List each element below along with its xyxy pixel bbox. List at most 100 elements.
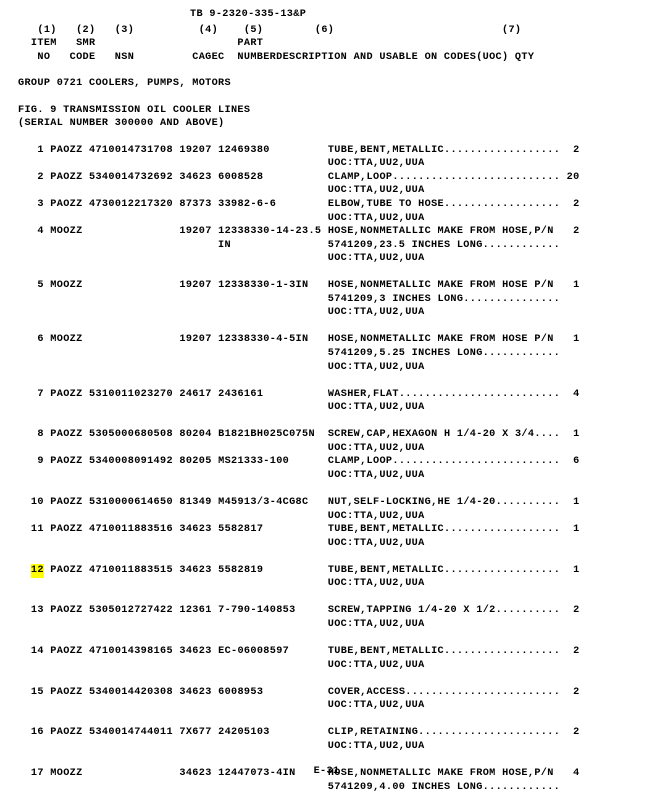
item-no-cell: 16 <box>18 727 44 739</box>
nsn-cell: 5340014744011 <box>82 727 173 739</box>
table-row[interactable]: 13 PAOZZ 5305012727422 12361 7-790-14085… <box>18 604 653 618</box>
continuation-description-cell: 5741209,5.25 INCHES LONG............ <box>321 348 561 360</box>
part-number-cell: M45913/3-4CG8C <box>211 497 322 509</box>
part-number-cell: 12338330-14-23.5 <box>211 226 322 238</box>
continuation-description-cell: 5741209,4.00 INCHES LONG............ <box>321 781 561 793</box>
cagec-cell: 87373 <box>172 199 212 211</box>
table-row-continuation: IN 5741209,23.5 INCHES LONG............ <box>18 239 653 253</box>
figure-serial-range-text: (SERIAL NUMBER 300000 AND ABOVE) <box>18 118 225 130</box>
table-row[interactable]: 14 PAOZZ 4710014398165 34623 EC-06008597… <box>18 645 653 659</box>
item-no-cell: 5 <box>18 280 44 292</box>
table-row[interactable]: 7 PAOZZ 5310011023270 24617 2436161 WASH… <box>18 388 653 402</box>
cagec-cell: 19207 <box>172 334 212 346</box>
nsn-cell: 4710011883516 <box>82 524 173 536</box>
part-number-cell: B1821BH025C075N <box>211 429 322 441</box>
table-row-continuation: 5741209,5.25 INCHES LONG............ <box>18 347 653 361</box>
smr-code-cell: PAOZZ <box>43 171 83 183</box>
description-cell: CLAMP,LOOP.......................... <box>321 171 561 183</box>
uoc-line: UOC:TTA,UU2,UUA <box>18 307 425 319</box>
qty-cell: 1 <box>560 497 580 509</box>
item-no-cell: 3 <box>18 199 44 211</box>
nsn-cell: 5340008091492 <box>82 456 173 468</box>
item-no-cell: 10 <box>18 497 44 509</box>
header-left-labels: NO CODE NSN CAGEC NUMBER <box>18 51 277 63</box>
parts-list: 1 PAOZZ 4710014731708 19207 12469380 TUB… <box>18 144 653 795</box>
qty-cell: 2 <box>560 686 580 698</box>
cagec-cell: 34623 <box>172 646 212 658</box>
part-number-cell: 5582819 <box>211 564 322 576</box>
part-number-cell: 24205103 <box>211 727 322 739</box>
smr-code-cell: PAOZZ <box>43 727 83 739</box>
header-right-col-numbers: (6) (7) <box>263 24 522 36</box>
uoc-line: UOC:TTA,UU2,UUA <box>18 212 425 224</box>
item-no-cell: 15 <box>18 686 44 698</box>
tb-number: TB 9-2320-335-13&P <box>190 9 307 20</box>
header-labels-bottom-row: NO CODE NSN CAGEC NUMBERDESCRIPTION AND … <box>18 51 653 65</box>
description-cell: CLAMP,LOOP.......................... <box>321 456 561 468</box>
table-header: (1) (2) (3) (4) (5) (6) (7) ITEM SMR PAR… <box>18 24 653 65</box>
table-row[interactable]: 2 PAOZZ 5340014732692 34623 6008528 CLAM… <box>18 171 653 185</box>
cagec-cell: 19207 <box>172 226 212 238</box>
description-cell: CLIP,RETAINING...................... <box>321 727 561 739</box>
row-spacer <box>18 320 653 334</box>
item-no-cell: 7 <box>18 388 44 400</box>
qty-cell: 4 <box>560 388 580 400</box>
row-spacer <box>18 591 653 605</box>
nsn-cell: 4710011883515 <box>82 564 173 576</box>
part-number-cell: 6008953 <box>211 686 322 698</box>
part-number-cell: 7-790-140853 <box>211 605 322 617</box>
smr-code-cell: PAOZZ <box>43 646 83 658</box>
description-cell: HOSE,NONMETALLIC MAKE FROM HOSE P/N <box>321 334 561 346</box>
description-cell: NUT,SELF-LOCKING,HE 1/4-20.......... <box>321 497 561 509</box>
qty-cell: 1 <box>560 280 580 292</box>
header-labels-top-row: ITEM SMR PART <box>18 38 264 50</box>
part-number-cell: 12338330-1-3IN <box>211 280 322 292</box>
table-row[interactable]: 11 PAOZZ 4710011883516 34623 5582817 TUB… <box>18 523 653 537</box>
part-number-cell: 33982-6-6 <box>211 199 322 211</box>
item-no-cell: 4 <box>18 226 44 238</box>
qty-cell: 2 <box>560 727 580 739</box>
cagec-cell: 34623 <box>172 171 212 183</box>
cagec-cell: 81349 <box>172 497 212 509</box>
nsn-cell: 4710014398165 <box>82 646 173 658</box>
header-left-col-numbers: (1) (2) (3) (4) (5) <box>18 24 264 36</box>
continuation-description-cell: 5741209,3 INCHES LONG............... <box>321 293 561 305</box>
smr-code-cell: PAOZZ <box>43 429 83 441</box>
nsn-cell <box>83 280 173 291</box>
nsn-cell: 5340014420308 <box>82 686 173 698</box>
nsn-cell: 5340014732692 <box>82 171 173 183</box>
smr-code-cell: PAOZZ <box>43 524 83 536</box>
description-cell: SCREW,CAP,HEXAGON H 1/4-20 X 3/4.... <box>321 429 561 441</box>
part-number-cell: 2436161 <box>211 388 322 400</box>
nsn-cell <box>83 334 173 345</box>
cagec-cell: 19207 <box>172 144 212 156</box>
table-row[interactable]: 3 PAOZZ 4730012217320 87373 33982-6-6 EL… <box>18 198 653 212</box>
qty-cell: 6 <box>560 456 580 468</box>
item-no-cell: 6 <box>18 334 44 346</box>
table-row[interactable]: 4 MOOZZ 19207 12338330-14-23.5 HOSE,NONM… <box>18 225 653 239</box>
description-cell: HOSE,NONMETALLIC MAKE FROM HOSE P/N <box>321 280 561 292</box>
group-title-block: GROUP 0721 COOLERS, PUMPS, MOTORS <box>18 77 653 91</box>
part-number-cell: EC-06008597 <box>211 646 322 658</box>
group-title: GROUP 0721 COOLERS, PUMPS, MOTORS <box>18 77 653 91</box>
uoc-line: UOC:TTA,UU2,UUA <box>18 361 425 373</box>
item-no-cell: 11 <box>18 524 44 536</box>
continuation-description-cell: 5741209,23.5 INCHES LONG............ <box>321 239 561 251</box>
table-row[interactable]: 1 PAOZZ 4710014731708 19207 12469380 TUB… <box>18 144 653 158</box>
table-row[interactable]: 5 MOOZZ 19207 12338330-1-3IN HOSE,NONMET… <box>18 279 653 293</box>
table-row[interactable]: 8 PAOZZ 5305000680508 80204 B1821BH025C0… <box>18 428 653 442</box>
smr-code-cell: PAOZZ <box>43 144 83 156</box>
qty-cell: 2 <box>560 226 580 238</box>
figure-title-text: FIG. 9 TRANSMISSION OIL COOLER LINES <box>18 104 251 116</box>
table-row[interactable]: 9 PAOZZ 5340008091492 80205 MS21333-100 … <box>18 455 653 469</box>
smr-code-cell: PAOZZ <box>43 199 83 211</box>
item-no-cell: 13 <box>18 605 44 617</box>
table-row[interactable]: 16 PAOZZ 5340014744011 7X677 24205103 CL… <box>18 726 653 740</box>
table-row[interactable]: 15 PAOZZ 5340014420308 34623 6008953 COV… <box>18 686 653 700</box>
table-row[interactable]: 6 MOOZZ 19207 12338330-4-5IN HOSE,NONMET… <box>18 333 653 347</box>
description-cell: TUBE,BENT,METALLIC.................. <box>321 646 561 658</box>
table-row[interactable]: 10 PAOZZ 5310000614650 81349 M45913/3-4C… <box>18 496 653 510</box>
cagec-cell: 7X677 <box>172 727 212 739</box>
nsn-cell: 5305012727422 <box>82 605 173 617</box>
table-row[interactable]: 12 PAOZZ 4710011883515 34623 5582819 TUB… <box>18 563 653 578</box>
